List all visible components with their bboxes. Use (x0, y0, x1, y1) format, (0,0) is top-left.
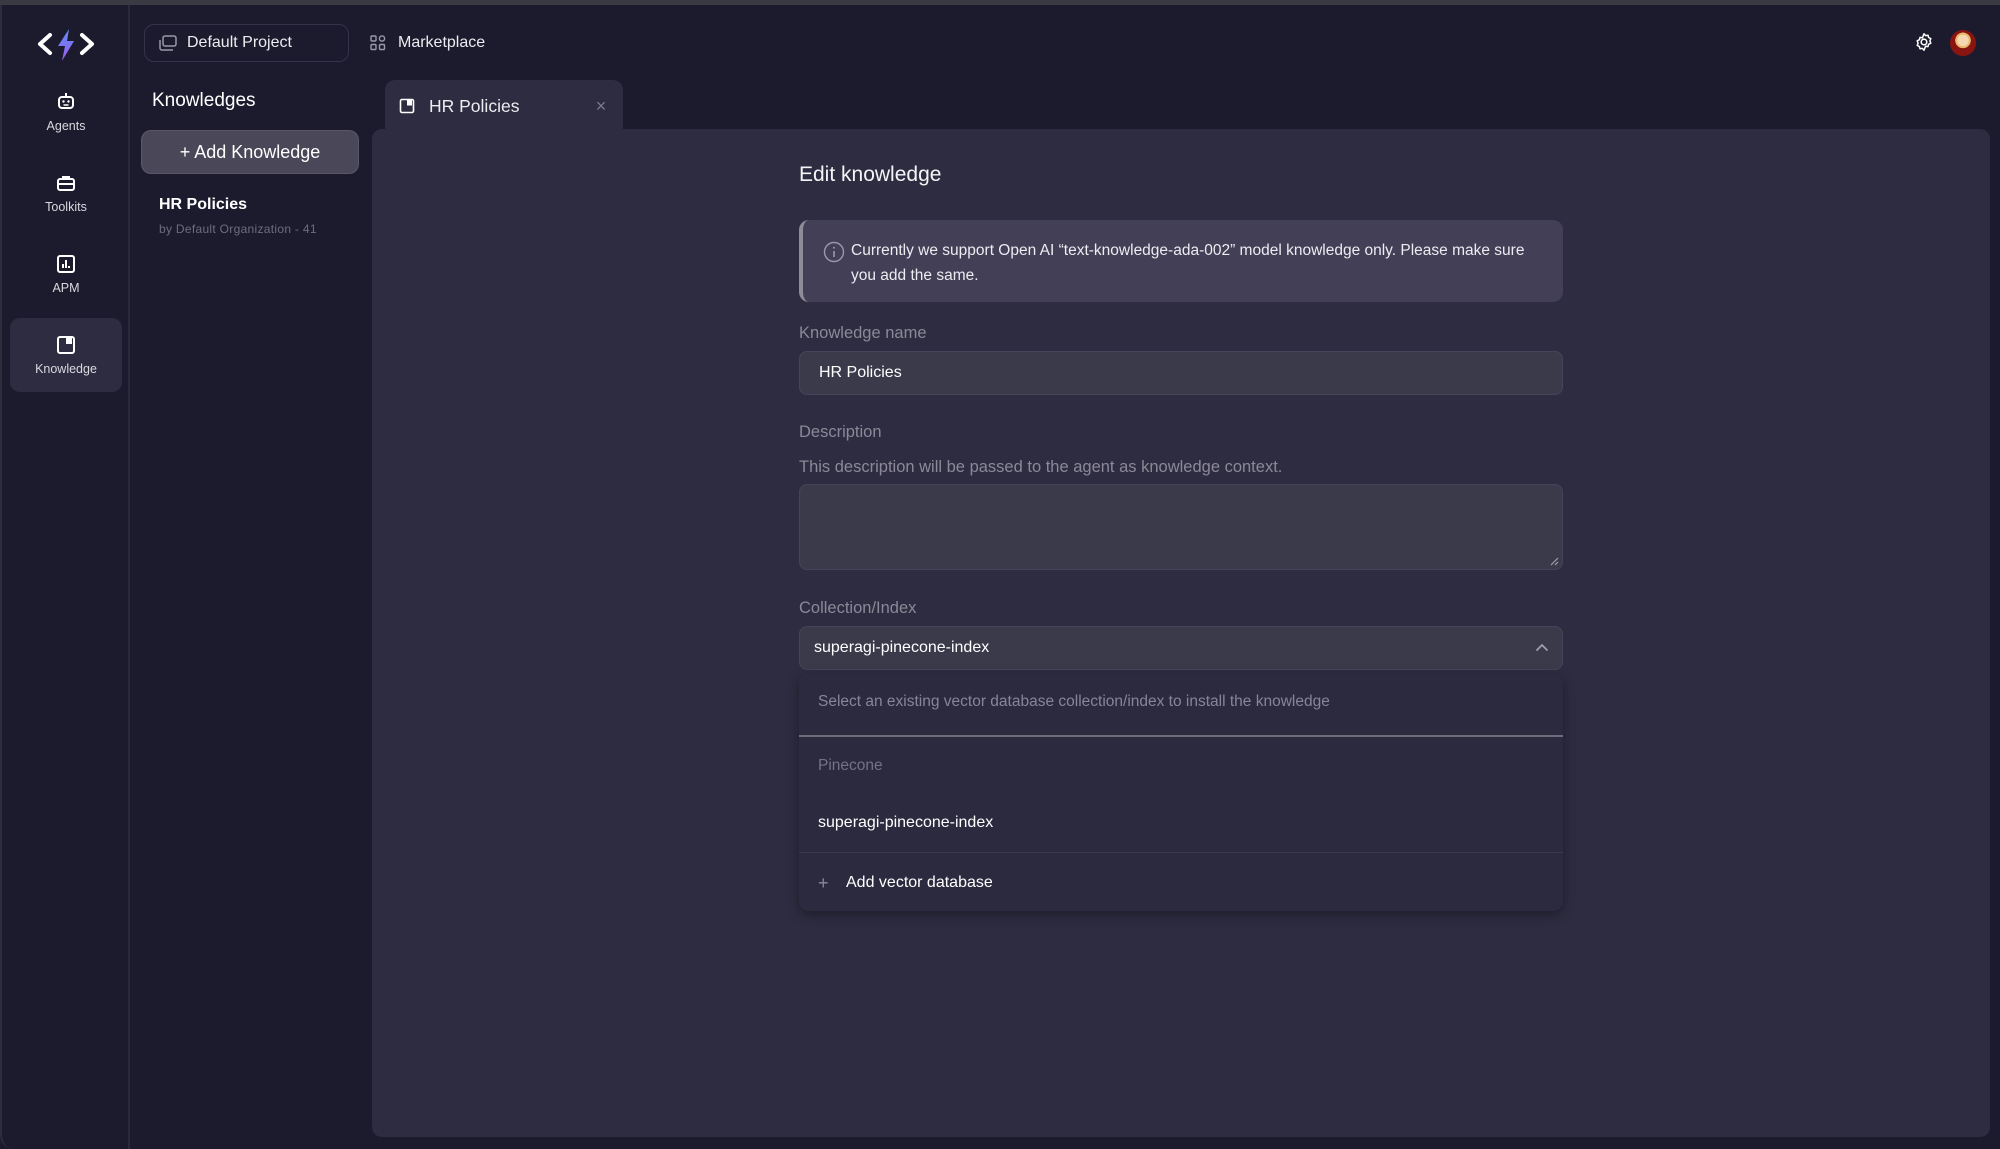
add-vector-database-button[interactable]: + Add vector database (799, 855, 1563, 911)
knowledge-list-item[interactable]: HR Policies by Default Organization - 41 (159, 196, 317, 236)
rail-item-apm[interactable]: APM (10, 237, 122, 311)
description-help-text: This description will be passed to the a… (799, 458, 1283, 476)
tab-label: HR Policies (429, 95, 520, 116)
info-icon (823, 241, 845, 263)
grid-icon (370, 35, 386, 51)
collection-selected-value: superagi-pinecone-index (814, 639, 990, 656)
info-text: Currently we support Open AI “text-knowl… (851, 242, 1525, 284)
rail-item-label: Toolkits (45, 200, 87, 214)
superagi-logo-icon[interactable] (36, 27, 96, 63)
rail-item-label: Agents (46, 119, 86, 133)
chevron-up-icon (1536, 644, 1548, 651)
rail-item-knowledge[interactable]: Knowledge (10, 318, 122, 392)
rail-item-toolkits[interactable]: Toolkits (10, 156, 122, 230)
toolbox-icon (57, 176, 75, 191)
collection-select[interactable]: superagi-pinecone-index (799, 626, 1563, 670)
rail-item-agents[interactable]: Agents (10, 75, 122, 149)
bar-chart-icon (57, 255, 75, 273)
robot-icon (58, 93, 74, 109)
rail-item-label: APM (52, 281, 80, 295)
tab-hr-policies[interactable]: HR Policies × (385, 80, 623, 132)
user-avatar[interactable] (1950, 30, 1976, 56)
info-banner: Currently we support Open AI “text-knowl… (799, 220, 1563, 302)
dropdown-group-label: Pinecone (818, 757, 883, 774)
plus-icon: + (818, 872, 829, 893)
description-label: Description (799, 423, 882, 441)
left-rail: Agents Toolkits APM Knowledge (2, 5, 130, 1149)
form-title: Edit knowledge (799, 163, 942, 186)
knowledge-name-input[interactable]: HR Policies (799, 351, 1563, 395)
folder-stack-icon (159, 35, 177, 51)
tab-close-icon[interactable]: × (591, 96, 611, 116)
collection-dropdown-menu: Select an existing vector database colle… (799, 673, 1563, 911)
dropdown-option[interactable]: superagi-pinecone-index (799, 797, 1563, 853)
rail-item-label: Knowledge (35, 362, 97, 376)
knowledge-item-owner: by Default Organization - 41 (159, 222, 317, 236)
collection-label: Collection/Index (799, 599, 917, 617)
resize-handle-icon[interactable] (1549, 556, 1559, 566)
marketplace-label: Marketplace (398, 34, 486, 51)
project-selector-button[interactable]: Default Project (144, 24, 349, 62)
project-name: Default Project (187, 34, 292, 51)
book-icon (399, 98, 415, 114)
marketplace-link[interactable]: Marketplace (370, 24, 485, 62)
description-textarea[interactable] (799, 484, 1563, 570)
knowledge-name-label: Knowledge name (799, 324, 927, 342)
add-knowledge-button[interactable]: + Add Knowledge (141, 130, 359, 174)
dropdown-search-input[interactable]: Select an existing vector database colle… (799, 673, 1563, 737)
book-icon (57, 336, 75, 354)
add-vector-database-label: Add vector database (846, 874, 993, 891)
knowledges-heading: Knowledges (152, 90, 256, 111)
knowledge-item-name: HR Policies (159, 196, 248, 213)
settings-gear-icon[interactable] (1914, 32, 1934, 52)
